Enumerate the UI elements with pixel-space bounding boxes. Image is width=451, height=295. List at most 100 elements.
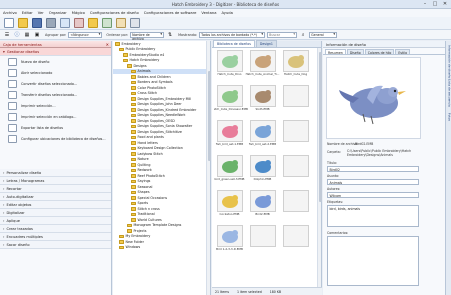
design-thumbnail[interactable]: Dolphin.EMB — [247, 155, 278, 188]
side-tab[interactable]: Fotos — [447, 113, 451, 121]
design-library-icon[interactable] — [60, 18, 70, 28]
transfer-icon[interactable] — [102, 18, 112, 28]
design-thumbnail[interactable]: fish_bird_set-1.EMB — [214, 120, 245, 153]
convert-icon[interactable] — [74, 18, 84, 28]
design-thumbnail[interactable]: Hatch_Cute_Dog — [280, 50, 311, 83]
thumbnails-scrollbar[interactable] — [317, 48, 322, 287]
folder-up-icon[interactable] — [88, 18, 98, 28]
design-thumbnail[interactable] — [280, 120, 311, 153]
toolbox-item[interactable]: Transferir diseños seleccionado... — [0, 89, 111, 100]
tree-folder[interactable]: Windows — [113, 245, 210, 251]
new-design-icon[interactable] — [4, 18, 14, 28]
toolbox-section[interactable]: › Encuadres múltiples — [0, 233, 111, 241]
search-input[interactable]: Buscar — [267, 31, 298, 38]
toolbox-item[interactable]: Convertir diseños seleccionado... — [0, 78, 111, 89]
tags-field[interactable]: bird, birds, animals — [327, 205, 419, 227]
info-icon[interactable]: ⓘ — [13, 31, 21, 39]
close-icon[interactable]: ✕ — [441, 1, 449, 7]
toolbox-item[interactable]: Configurar ubicaciones de biblioteca de … — [0, 133, 111, 144]
menu-item[interactable]: Ventana — [201, 11, 216, 15]
folder-icon — [131, 91, 136, 95]
folder-icon — [131, 135, 136, 139]
toolbox-item[interactable]: Imprimir selección... — [0, 100, 111, 111]
toolbox-item-icon — [8, 101, 17, 110]
menu-item[interactable]: Configuraciones de software — [144, 11, 197, 15]
tree-scrollbar[interactable] — [206, 41, 211, 295]
chevron-right-icon: › — [3, 218, 5, 223]
toolbox-item[interactable]: Exportar lista de diseños — [0, 122, 111, 133]
design-thumbnail[interactable]: Cockatoo.EMB — [214, 190, 245, 223]
subject-field[interactable]: Animals — [327, 179, 419, 185]
toolbox-section[interactable]: › Editar objetos — [0, 201, 111, 209]
tab-design-library[interactable]: Biblioteca de diseños — [213, 40, 255, 47]
save-icon[interactable] — [32, 18, 42, 28]
catalog-icon[interactable] — [116, 18, 126, 28]
toolbox-section[interactable]: › Personalizar diseño — [0, 169, 111, 177]
print-icon[interactable] — [46, 18, 56, 28]
menu-item[interactable]: Mágico — [72, 11, 85, 15]
menu-item[interactable]: Configuraciones de diseño — [90, 11, 139, 15]
comments-field[interactable] — [327, 236, 419, 286]
sort-by-select[interactable]: Nombre de archivo — [130, 31, 165, 41]
search-scope-select[interactable]: General — [309, 31, 338, 38]
group-by-select[interactable]: <Ninguno> — [68, 31, 103, 38]
open-folder-icon[interactable] — [18, 18, 28, 28]
design-thumbnail[interactable]: bird_green-set-3.EMB — [214, 155, 245, 188]
comments-label: Comentarios: — [327, 231, 349, 235]
toolbox-section[interactable]: › Aplique — [0, 217, 111, 225]
toolbox-section[interactable]: › Auto-digitalizar — [0, 193, 111, 201]
side-tab[interactable]: Información de diseño — [447, 45, 451, 78]
export-icon[interactable] — [130, 18, 140, 28]
sort-direction-icon[interactable]: ⇅ — [166, 31, 174, 39]
toolbox-item[interactable]: Imprimir selección en catálogo... — [0, 111, 111, 122]
design-thumbnail[interactable] — [280, 190, 311, 223]
tab-info-3[interactable]: Estilo — [395, 49, 411, 55]
tab-info-1[interactable]: Diseño — [346, 49, 364, 55]
design-thumbnail-image — [282, 120, 309, 142]
maximize-icon[interactable]: □ — [431, 1, 439, 7]
design-thumbnail[interactable]: Bird2.EMB — [247, 190, 278, 223]
tab-info-2[interactable]: Colores de hilo — [364, 49, 395, 55]
design-thumbnail[interactable]: fish_bird_set-2.EMB — [247, 120, 278, 153]
design-thumbnail[interactable]: Hatch_Cute_Dinosaur.EMB — [214, 85, 248, 118]
design-thumbnails-panel: Biblioteca de diseños Design1 Hatch_Cute_… — [212, 40, 322, 295]
thumbnail-view-icon[interactable]: ▦ — [23, 31, 31, 39]
side-tab[interactable]: Lista de secuencia — [447, 79, 451, 107]
toolbox-section[interactable]: › Sacar diseño — [0, 241, 111, 249]
toolbox-section[interactable]: › Digitalizar — [0, 209, 111, 217]
toolbox-item[interactable]: Abrir seleccionado — [0, 67, 111, 78]
close-icon[interactable]: ✕ — [106, 42, 109, 47]
section-manage-designs[interactable]: ▾ Gestionar diseños — [0, 48, 111, 56]
design-thumbnail[interactable]: Sloth.EMB — [247, 85, 278, 118]
toolbox-item[interactable]: Nuevo de diseño — [0, 56, 111, 67]
menu-item[interactable]: Ver — [38, 11, 44, 15]
design-thumbnail[interactable] — [280, 225, 311, 258]
author-field[interactable]: Wilcom — [327, 192, 419, 198]
large-thumbnail-icon[interactable]: ▣ — [33, 31, 41, 39]
tab-info-0[interactable]: Resumen — [325, 49, 346, 55]
folder-icon — [131, 113, 136, 117]
design-thumbnail[interactable]: Hatch_Cute_Dino — [214, 50, 245, 83]
file-filter-select[interactable]: Todos los archivos de bordado (*.*) — [199, 31, 266, 38]
design-thumbnail[interactable] — [280, 155, 311, 188]
menu-item[interactable]: Archivo — [3, 11, 17, 15]
embroidery-preview — [254, 90, 271, 103]
design-thumbnail[interactable] — [247, 225, 278, 258]
library-toolbar: ☰ ⓘ ▦ ▣ Agrupar por: <Ninguno> Ordenar p… — [0, 30, 451, 41]
design-thumbnail-caption: Hatch_Cute_Animal_Ti… — [245, 72, 280, 76]
menu-item[interactable]: Ayuda — [222, 11, 233, 15]
title-field[interactable]: Bird02 — [327, 166, 419, 172]
search-icon[interactable]: ⌕ — [299, 31, 307, 39]
folder-icon — [131, 218, 136, 222]
menu-item[interactable]: Editar — [22, 11, 33, 15]
minimize-icon[interactable]: – — [421, 1, 429, 7]
design-thumbnail[interactable]: Bird 1-2-3-3-D.EMB — [214, 225, 245, 258]
design-thumbnail[interactable] — [280, 85, 311, 118]
toolbox-section[interactable]: › Letras / Monogramas — [0, 177, 111, 185]
toolbox-section[interactable]: › Crear trazados — [0, 225, 111, 233]
design-thumbnail[interactable]: Hatch_Cute_Animal_Ti… — [245, 50, 280, 83]
menu-item[interactable]: Organizar — [49, 11, 67, 15]
tab-design1[interactable]: Design1 — [255, 40, 277, 47]
list-view-icon[interactable]: ☰ — [3, 31, 11, 39]
toolbox-section[interactable]: › Recortar — [0, 185, 111, 193]
